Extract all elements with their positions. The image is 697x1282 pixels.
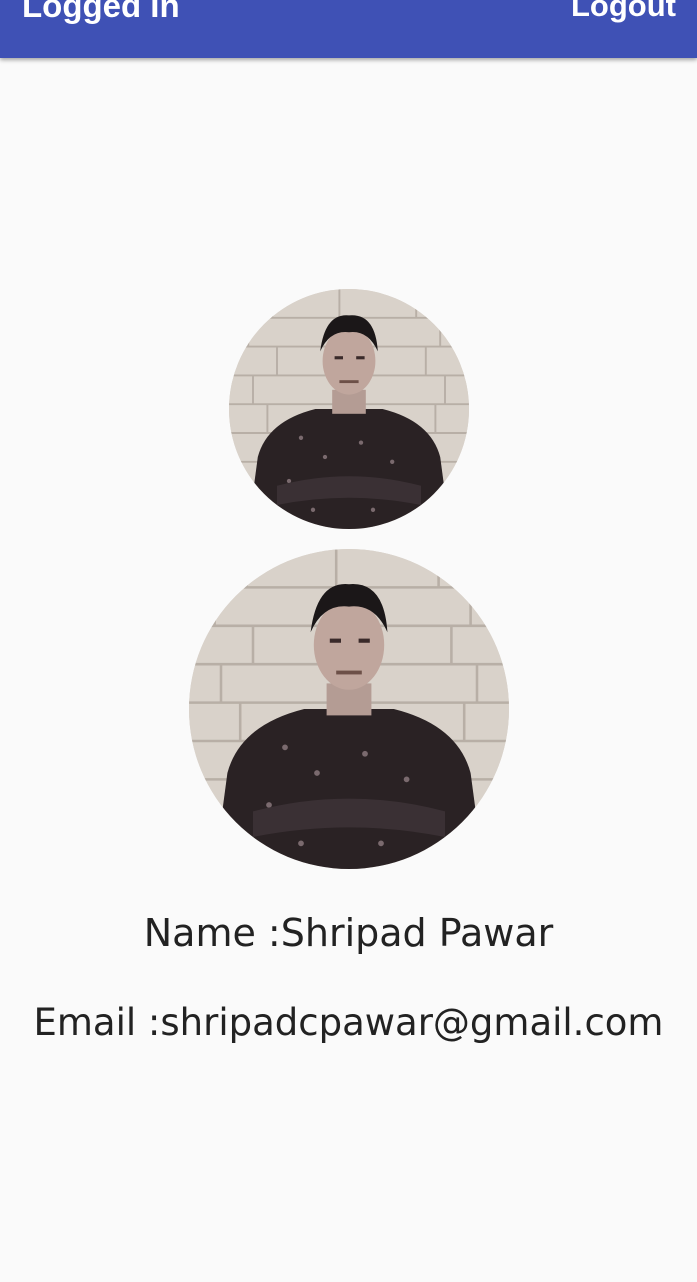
name-label: Name :	[143, 911, 281, 955]
email-label: Email :	[33, 1001, 161, 1044]
name-value: Shripad Pawar	[280, 911, 554, 955]
email-value: shripadcpawar@gmail.com	[160, 1001, 664, 1044]
profile-photo-large	[189, 549, 509, 869]
email-line: Email :shripadcpawar@gmail.com	[0, 1000, 697, 1046]
app-bar-title: Logged In	[22, 0, 180, 24]
app-bar: Logged In Logout	[0, 0, 697, 58]
profile-photo-small	[229, 289, 469, 529]
logout-button[interactable]: Logout	[571, 0, 676, 26]
name-line: Name :Shripad Pawar	[0, 910, 697, 956]
